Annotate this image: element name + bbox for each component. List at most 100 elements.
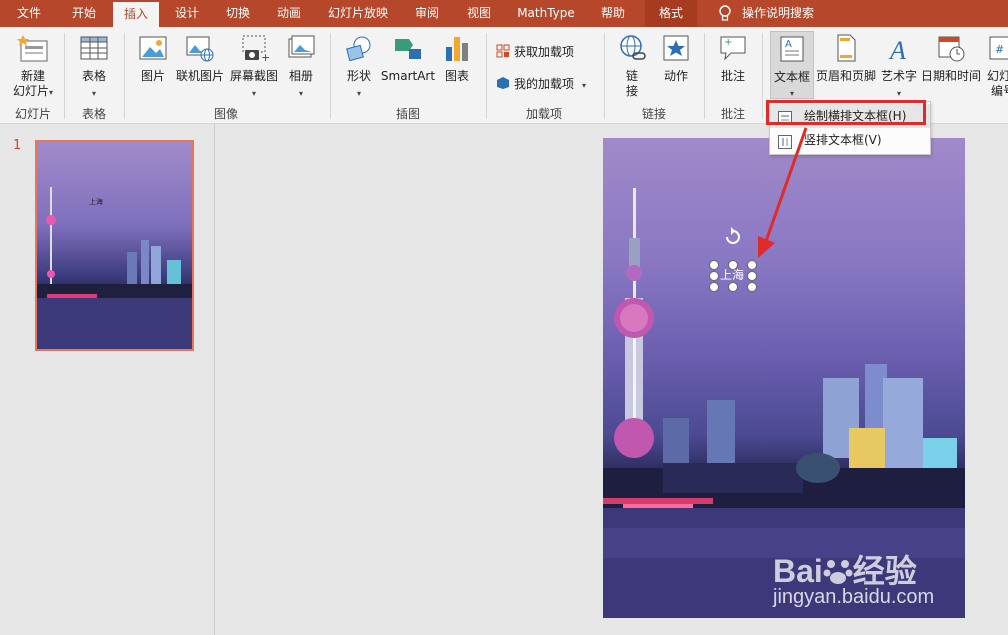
table-button[interactable]: 表格 ▾ bbox=[72, 31, 116, 101]
header-footer-label: 页眉和页脚 bbox=[815, 69, 876, 83]
divider bbox=[762, 33, 763, 119]
slide-number-label: 幻灯 bbox=[987, 69, 1008, 83]
comment-button[interactable]: + 批注 bbox=[712, 31, 754, 101]
picture-button[interactable]: 图片 bbox=[134, 31, 172, 101]
tab-format[interactable]: 格式 bbox=[645, 0, 697, 27]
table-icon bbox=[79, 33, 109, 66]
table-label: 表格 bbox=[81, 69, 106, 83]
tab-insert[interactable]: 插入 bbox=[113, 2, 159, 27]
ribbon-tab-bar: 文件 开始 插入 设计 切换 动画 幻灯片放映 审阅 视图 MathType 帮… bbox=[0, 0, 1008, 27]
divider bbox=[330, 33, 331, 119]
tab-home[interactable]: 开始 bbox=[58, 0, 110, 27]
screenshot-icon: + bbox=[239, 33, 270, 66]
group-slides-label: 幻灯片 bbox=[14, 107, 51, 121]
resize-handle[interactable] bbox=[709, 282, 719, 292]
tab-design[interactable]: 设计 bbox=[164, 0, 210, 27]
smartart-label: SmartArt bbox=[380, 69, 436, 83]
resize-handle[interactable] bbox=[728, 282, 738, 292]
slide-textbox[interactable]: 上海 bbox=[709, 260, 757, 292]
wordart-label: 艺术字 bbox=[880, 69, 917, 83]
my-addins-button[interactable]: 我的加载项 ▾ bbox=[496, 75, 586, 92]
comment-icon: + bbox=[718, 33, 748, 66]
wordart-button[interactable]: A 艺术字 ▾ bbox=[880, 31, 918, 101]
divider bbox=[704, 33, 705, 119]
divider bbox=[124, 33, 125, 119]
comment-label: 批注 bbox=[720, 69, 745, 83]
chart-label: 图表 bbox=[444, 69, 469, 83]
calendar-clock-icon bbox=[936, 33, 966, 66]
divider bbox=[486, 33, 487, 119]
textbox-icon: A bbox=[777, 34, 807, 67]
link-label-2: 接 bbox=[625, 84, 638, 98]
resize-handle[interactable] bbox=[747, 260, 757, 270]
resize-handle[interactable] bbox=[728, 260, 738, 270]
slide-number-label-2: 编号 bbox=[991, 84, 1008, 98]
slide-number-button[interactable]: # 幻灯 编号 bbox=[984, 31, 1008, 101]
resize-handle[interactable] bbox=[709, 271, 719, 281]
svg-text:A: A bbox=[785, 39, 792, 50]
photo-album-button[interactable]: 相册 ▾ bbox=[282, 31, 320, 101]
smartart-button[interactable]: SmartArt bbox=[380, 31, 436, 101]
slide-number: 1 bbox=[13, 138, 22, 153]
group-images-label: 图像 bbox=[213, 107, 238, 121]
slide-thumbnail[interactable]: 上海 bbox=[35, 140, 194, 351]
chart-button[interactable]: 图表 bbox=[438, 31, 476, 101]
slide-canvas[interactable]: 上海 Bai 经验 jingyan.baidu.com bbox=[603, 138, 965, 618]
get-addins-button[interactable]: 获取加载项 bbox=[496, 43, 574, 60]
cube-icon bbox=[496, 76, 510, 90]
tab-help[interactable]: 帮助 bbox=[590, 0, 636, 27]
chevron-down-icon: ▾ bbox=[789, 89, 794, 98]
online-picture-icon bbox=[185, 33, 215, 66]
screenshot-label: 屏幕截图 bbox=[229, 69, 278, 83]
watermark-url: jingyan.baidu.com bbox=[773, 586, 935, 608]
smartart-icon bbox=[393, 33, 423, 66]
chevron-down-icon: ▾ bbox=[91, 89, 96, 98]
tab-slideshow[interactable]: 幻灯片放映 bbox=[320, 0, 396, 27]
tab-animations[interactable]: 动画 bbox=[266, 0, 312, 27]
action-button[interactable]: 动作 bbox=[656, 31, 696, 101]
online-picture-button[interactable]: 联机图片 bbox=[174, 31, 226, 101]
highlight-box bbox=[766, 100, 926, 125]
photo-album-icon bbox=[286, 33, 316, 66]
tell-me-search[interactable]: 操作说明搜索 bbox=[742, 0, 822, 27]
new-slide-button[interactable]: 新建 幻灯片▾ bbox=[6, 31, 60, 101]
paw-icon bbox=[823, 556, 853, 586]
shapes-button[interactable]: 形状 ▾ bbox=[338, 31, 380, 101]
slide-number-icon: # bbox=[987, 33, 1008, 66]
star-action-icon bbox=[661, 33, 691, 66]
chevron-down-icon: ▾ bbox=[356, 89, 361, 98]
datetime-button[interactable]: 日期和时间 bbox=[920, 31, 982, 101]
group-illustrations-label: 插图 bbox=[395, 107, 420, 121]
wordart-icon: A bbox=[884, 33, 914, 66]
shapes-icon bbox=[344, 33, 374, 66]
tab-mathtype[interactable]: MathType bbox=[510, 0, 582, 27]
tab-file[interactable]: 文件 bbox=[6, 0, 52, 27]
svg-text:+: + bbox=[724, 37, 732, 48]
svg-text:A: A bbox=[888, 36, 906, 63]
slide-thumbnail-pane: 1 上海 bbox=[0, 124, 215, 635]
resize-handle[interactable] bbox=[747, 271, 757, 281]
skyline-thumbnail-image bbox=[37, 187, 192, 349]
header-footer-button[interactable]: 页眉和页脚 bbox=[814, 31, 878, 101]
menu-item-vertical-label: 竖排文本框(V) bbox=[804, 133, 882, 147]
action-label: 动作 bbox=[663, 69, 688, 83]
new-slide-label: 新建 bbox=[20, 69, 45, 83]
tab-review[interactable]: 审阅 bbox=[404, 0, 450, 27]
tab-view[interactable]: 视图 bbox=[456, 0, 502, 27]
link-button[interactable]: 链 接 bbox=[612, 31, 652, 101]
resize-handle[interactable] bbox=[709, 260, 719, 270]
screenshot-button[interactable]: + 屏幕截图 ▾ bbox=[228, 31, 280, 101]
resize-handle[interactable] bbox=[747, 282, 757, 292]
lightbulb-icon bbox=[718, 5, 732, 23]
group-tables-label: 表格 bbox=[81, 107, 106, 121]
rotate-handle-icon[interactable] bbox=[722, 226, 744, 248]
textbox-button[interactable]: A 文本框 ▾ bbox=[770, 31, 814, 99]
tab-transitions[interactable]: 切换 bbox=[215, 0, 261, 27]
divider bbox=[604, 33, 605, 119]
vertical-textbox-icon bbox=[778, 133, 792, 149]
globe-link-icon bbox=[617, 33, 647, 66]
shapes-label: 形状 bbox=[346, 69, 371, 83]
thumbnail-textbox: 上海 bbox=[89, 198, 103, 206]
menu-item-vertical-textbox[interactable]: 竖排文本框(V) bbox=[770, 128, 930, 152]
header-footer-icon bbox=[831, 33, 861, 66]
